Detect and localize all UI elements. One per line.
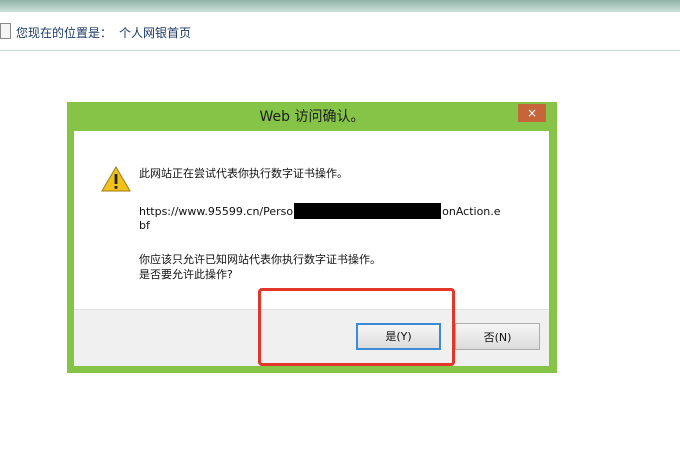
highlight-box	[258, 288, 455, 366]
dialog-title: Web 访问确认。	[259, 109, 365, 125]
message-line-1: 此网站正在尝试代表你执行数字证书操作。	[139, 167, 348, 180]
warning-icon	[101, 166, 131, 192]
close-button[interactable]: ×	[518, 104, 546, 122]
url-line: https://www.95599.cn/Perso onAction.e	[139, 203, 501, 219]
url-suffix: onAction.e	[442, 205, 501, 218]
location-bar: 您现在的位置是： 个人网银首页	[0, 12, 680, 51]
url-wrap: bf	[139, 219, 150, 232]
message-line-2: 你应该只允许已知网站代表你执行数字证书操作。	[139, 253, 381, 266]
no-button[interactable]: 否(N)	[455, 323, 540, 350]
location-label: 您现在的位置是：	[16, 26, 113, 40]
location-value: 个人网银首页	[119, 26, 192, 40]
url-redaction-bar	[294, 203, 442, 219]
page-icon	[0, 23, 11, 39]
message-line-3: 是否要允许此操作?	[139, 268, 233, 281]
url-prefix: https://www.95599.cn/Perso	[139, 205, 294, 218]
window-top-strip	[0, 0, 680, 12]
